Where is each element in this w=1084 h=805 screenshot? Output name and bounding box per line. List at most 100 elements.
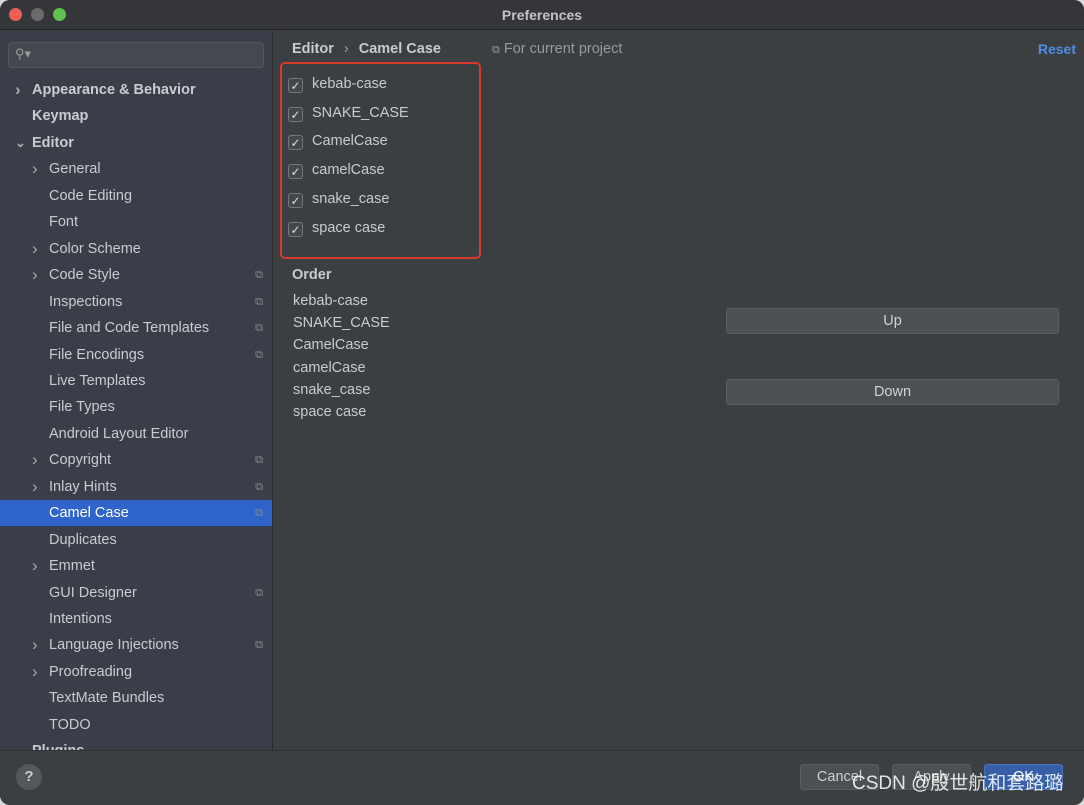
sidebar-item[interactable]: TextMate Bundles: [0, 685, 272, 711]
sidebar-item-label: Code Editing: [49, 187, 133, 204]
sidebar-item[interactable]: Code Editing: [0, 183, 272, 209]
sidebar-item[interactable]: › Inlay Hints ⧉: [0, 474, 272, 500]
sidebar-item[interactable]: TODO: [0, 712, 272, 738]
checkbox-check-icon[interactable]: ✓: [288, 164, 303, 180]
order-list-item[interactable]: camelCase: [293, 360, 366, 376]
sidebar-item[interactable]: File Encodings ⧉: [0, 342, 272, 368]
sidebar-item[interactable]: ⌄ Editor: [0, 130, 272, 156]
chevron-right-icon[interactable]: ›: [32, 262, 38, 288]
chevron-right-icon[interactable]: ›: [32, 553, 38, 579]
sidebar-item-label: Keymap: [32, 108, 89, 125]
zoom-window-button[interactable]: [53, 8, 66, 21]
sidebar-item-label: Copyright: [49, 452, 112, 469]
order-list-item[interactable]: SNAKE_CASE: [293, 315, 390, 331]
sidebar-item-label: File and Code Templates: [49, 320, 210, 337]
sidebar-item-label: Proofreading: [49, 663, 133, 680]
sidebar-item-label: TextMate Bundles: [49, 690, 165, 707]
chevron-down-icon[interactable]: ⌄: [15, 130, 26, 156]
search-icon: ⚲▾: [15, 46, 32, 61]
chevron-right-icon[interactable]: ›: [15, 77, 21, 103]
sidebar-item[interactable]: GUI Designer ⧉: [0, 580, 272, 606]
case-checkbox[interactable]: ✓ space case: [288, 218, 385, 238]
case-checkbox[interactable]: ✓ snake_case: [288, 189, 389, 209]
sidebar-item[interactable]: › General: [0, 156, 272, 182]
breadcrumb: Editor › Camel Case: [292, 41, 441, 57]
case-checkbox[interactable]: ✓ CamelCase: [288, 131, 388, 151]
order-list-item[interactable]: CamelCase: [293, 337, 369, 353]
case-checkbox[interactable]: ✓ SNAKE_CASE: [288, 103, 409, 123]
sidebar-item[interactable]: Plugins: [0, 738, 272, 750]
reset-link[interactable]: Reset: [1038, 41, 1076, 57]
sidebar-item[interactable]: › Language Injections ⧉: [0, 632, 272, 658]
checkbox-label: snake_case: [312, 190, 390, 207]
project-scope-icon: ⧉: [255, 322, 263, 335]
scope-text: For current project: [503, 41, 623, 57]
sidebar-item[interactable]: › Appearance & Behavior: [0, 77, 272, 103]
sidebar-item-label: General: [49, 161, 101, 178]
project-scope-icon: ⧉: [255, 507, 263, 520]
checkbox-label: SNAKE_CASE: [312, 104, 409, 121]
sidebar-item[interactable]: › Color Scheme: [0, 236, 272, 262]
sidebar-item[interactable]: Camel Case ⧉: [0, 500, 272, 527]
sidebar-item[interactable]: Keymap: [0, 103, 272, 129]
close-window-button[interactable]: [9, 8, 22, 21]
sidebar-item[interactable]: › Emmet: [0, 553, 272, 579]
search-input[interactable]: ⚲▾: [8, 42, 264, 68]
chevron-right-icon[interactable]: ›: [32, 474, 38, 500]
chevron-right-icon[interactable]: ›: [32, 236, 38, 262]
project-scope-icon: ⧉: [255, 269, 263, 282]
chevron-right-icon[interactable]: ›: [32, 659, 38, 685]
window-title: Preferences: [501, 7, 583, 23]
case-checkbox[interactable]: ✓ kebab-case: [288, 74, 387, 94]
breadcrumb-editor[interactable]: Editor: [292, 41, 334, 57]
checkbox-check-icon[interactable]: ✓: [288, 192, 303, 208]
sidebar-item[interactable]: Live Templates: [0, 368, 272, 394]
sidebar-item-label: Appearance & Behavior: [32, 82, 196, 98]
order-list-item[interactable]: snake_case: [293, 382, 370, 398]
checkbox-check-icon[interactable]: ✓: [288, 221, 303, 237]
minimize-window-button[interactable]: [31, 8, 44, 21]
sidebar-item-label: Inlay Hints: [49, 478, 117, 495]
sidebar-item-label: Live Templates: [49, 372, 146, 389]
order-title: Order: [292, 267, 332, 283]
project-scope-icon: ⧉: [255, 348, 263, 361]
sidebar-item-label: Editor: [32, 134, 74, 151]
scope-label: ⧉ For current project: [492, 41, 622, 57]
down-button[interactable]: Down: [726, 379, 1059, 405]
case-checkbox[interactable]: ✓ camelCase: [288, 160, 385, 180]
sidebar-item[interactable]: › Proofreading: [0, 659, 272, 685]
preferences-window: Preferences ⚲▾ › Appearance & Behavior Key…: [0, 0, 1084, 805]
project-scope-icon: ⧉: [255, 295, 263, 308]
chevron-right-icon[interactable]: ›: [32, 156, 38, 182]
chevron-right-icon[interactable]: ›: [32, 632, 38, 658]
sidebar-item-label: Language Injections: [49, 637, 179, 654]
sidebar-item-label: Camel Case: [49, 505, 129, 522]
sidebar-item[interactable]: File Types: [0, 394, 272, 420]
checkbox-check-icon[interactable]: ✓: [288, 106, 303, 122]
sidebar-item-label: Color Scheme: [49, 240, 141, 257]
sidebar-item-label: Intentions: [49, 611, 112, 627]
help-button[interactable]: ?: [16, 764, 42, 790]
project-icon: ⧉: [492, 44, 500, 56]
sidebar-item[interactable]: Duplicates: [0, 527, 272, 553]
sidebar-item[interactable]: Inspections ⧉: [0, 289, 272, 315]
sidebar-item[interactable]: File and Code Templates ⧉: [0, 315, 272, 341]
main-panel: Editor › Camel Case ⧉ For current project …: [274, 31, 1084, 750]
checkbox-check-icon[interactable]: ✓: [288, 78, 303, 93]
sidebar-item[interactable]: Font: [0, 209, 272, 235]
sidebar-item-label: Plugins: [32, 738, 84, 750]
sidebar-item-label: Inspections: [49, 293, 123, 310]
watermark: CSDN @殷世航和套路璐: [852, 773, 1064, 794]
sidebar-item[interactable]: Intentions: [0, 606, 272, 632]
project-scope-icon: ⧉: [255, 639, 263, 652]
sidebar-item-label: Font: [49, 214, 79, 231]
chevron-right-icon[interactable]: ›: [32, 447, 38, 473]
order-list-item[interactable]: space case: [293, 404, 366, 420]
up-button[interactable]: Up: [726, 308, 1059, 334]
sidebar-item[interactable]: › Code Style ⧉: [0, 262, 272, 288]
order-list-item[interactable]: kebab-case: [293, 293, 368, 309]
project-scope-icon: ⧉: [255, 480, 263, 493]
sidebar-item[interactable]: › Copyright ⧉: [0, 447, 272, 473]
sidebar-item[interactable]: Android Layout Editor: [0, 421, 272, 447]
checkbox-check-icon[interactable]: ✓: [288, 135, 303, 151]
